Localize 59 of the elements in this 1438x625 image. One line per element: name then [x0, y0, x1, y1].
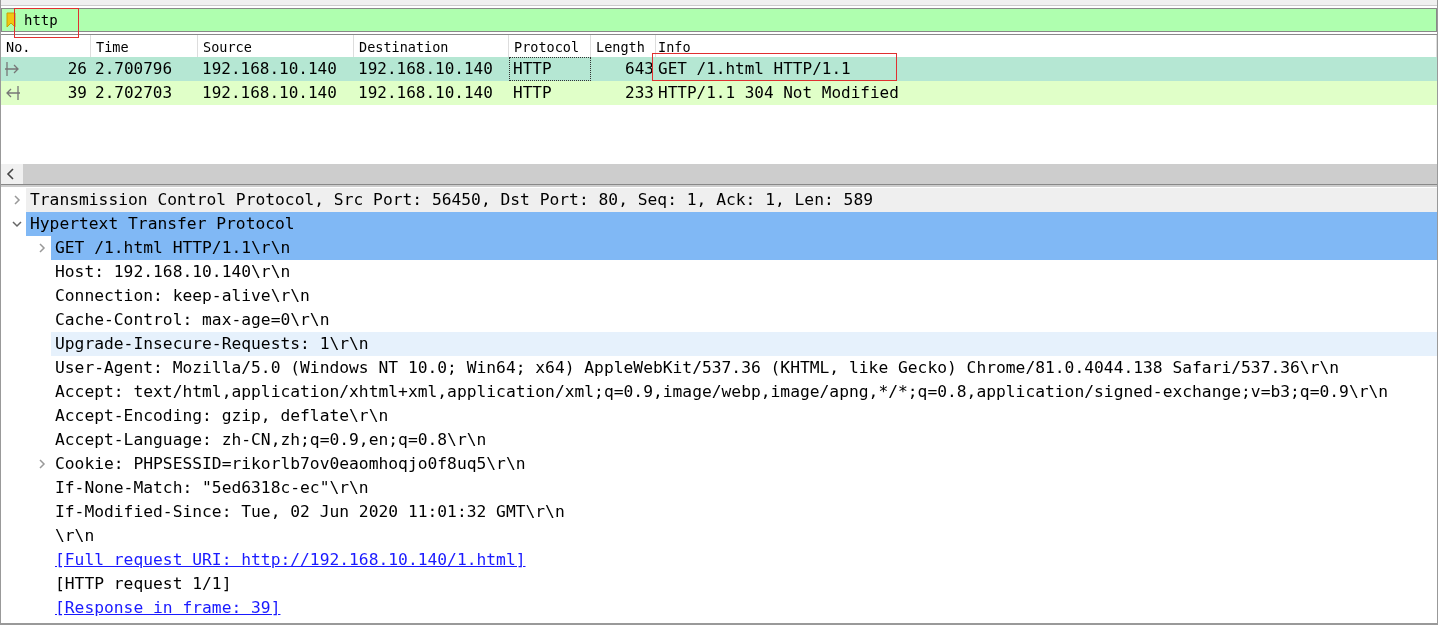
tree-row[interactable]: Cookie: PHPSESSID=rikorlb7ov0eaomhoqjo0f8uq5\r\n: [51, 452, 1437, 476]
tree-row[interactable]: \r\n: [51, 524, 1437, 548]
tree-item[interactable]: Accept-Encoding: gzip, deflate\r\n: [55, 406, 389, 425]
table-cell-text: 26: [67, 58, 87, 80]
tree-row[interactable]: If-None-Match: "5ed6318c-ec"\r\n: [51, 476, 1437, 500]
packet-row[interactable]: 39 2.702703 192.168.10.140 192.168.10.140 HTTP 233 HTTP/1.1 304 Not Modified: [1, 81, 1437, 105]
bookmark-icon[interactable]: [6, 12, 16, 28]
horizontal-scrollbar[interactable]: [1, 164, 1437, 184]
tree-item[interactable]: If-None-Match: "5ed6318c-ec"\r\n: [55, 478, 369, 497]
link[interactable]: [Full request URI: http://192.168.10.140/1.html]: [55, 550, 526, 569]
display-filter-field[interactable]: http: [1, 8, 1437, 32]
table-cell-text: 192.168.10.140: [201, 58, 338, 80]
link[interactable]: [Response in frame: 39]: [55, 598, 281, 617]
tree-row[interactable]: User-Agent: Mozilla/5.0 (Windows NT 10.0; Win64; x64) AppleWebKit/537.36 (KHTML, like Gecko) Chrome/81.0.4044.138 Safari/537.36\r\n: [51, 356, 1437, 380]
table-cell-text: 2.700796: [94, 58, 174, 80]
tree-item[interactable]: [HTTP request 1/1]: [55, 574, 232, 593]
table-cell-text: 643: [624, 58, 655, 80]
tree-item[interactable]: If-Modified-Since: Tue, 02 Jun 2020 11:01:32 GMT\r\n: [55, 502, 565, 521]
table-cell-text: 2.702703: [94, 82, 174, 104]
tree-row[interactable]: Transmission Control Protocol, Src Port: 56450, Dst Port: 80, Seq: 1, Ack: 1, Len: 589: [26, 188, 1437, 212]
tree-item[interactable]: Accept-Language: zh-CN,zh;q=0.9,en;q=0.8\r\n: [55, 430, 487, 449]
table-cell-text: 39: [67, 82, 87, 104]
tree-row[interactable]: If-Modified-Since: Tue, 02 Jun 2020 11:01:32 GMT\r\n: [51, 500, 1437, 524]
tree-row[interactable]: [HTTP request 1/1]: [51, 572, 1437, 596]
tree-item[interactable]: Hypertext Transfer Protocol: [30, 214, 295, 233]
table-cell-text: 233: [624, 82, 655, 104]
expand-icon[interactable]: [37, 459, 47, 469]
tree-item[interactable]: User-Agent: Mozilla/5.0 (Windows NT 10.0; Win64; x64) AppleWebKit/537.36 (KHTML, like Gecko) Chrome/81.0.4044.138 Safari/537.36\r\n: [55, 358, 1340, 377]
table-cell-text: HTTP: [512, 82, 553, 104]
table-cell-text: 192.168.10.140: [357, 58, 494, 80]
tree-row[interactable]: [Full request URI: http://192.168.10.140/1.html]: [51, 548, 1437, 572]
tree-row[interactable]: Connection: keep-alive\r\n: [51, 284, 1437, 308]
tree-row[interactable]: Accept: text/html,application/xhtml+xml,application/xml;q=0.9,image/webp,image/apng,*/*;q=0.8,application/signed-exchange;v=b3;q=0.9\r\n: [51, 380, 1437, 404]
tree-row[interactable]: Accept-Encoding: gzip, deflate\r\n: [51, 404, 1437, 428]
expand-icon[interactable]: [12, 195, 22, 205]
table-cell: HTTP: [509, 57, 591, 81]
tree-item[interactable]: Accept: text/html,application/xhtml+xml,application/xml;q=0.9,image/webp,image/apng,*/*;q=0.8,application/signed-exchange;v=b3;q=0.9\r\n: [55, 382, 1389, 401]
tree-item[interactable]: Cookie: PHPSESSID=rikorlb7ov0eaomhoqjo0f8uq5\r\n: [55, 454, 526, 473]
tree-row[interactable]: Cache-Control: max-age=0\r\n: [51, 308, 1437, 332]
tree-item[interactable]: Cache-Control: max-age=0\r\n: [55, 310, 330, 329]
tree-item[interactable]: Upgrade-Insecure-Requests: 1\r\n: [55, 334, 369, 353]
tree-row[interactable]: GET /1.html HTTP/1.1\r\n: [51, 236, 1437, 260]
tree-row[interactable]: [Response in frame: 39]: [51, 596, 1437, 620]
tree-row[interactable]: Hypertext Transfer Protocol: [26, 212, 1437, 236]
tree-item[interactable]: Connection: keep-alive\r\n: [55, 286, 310, 305]
tree-row[interactable]: Upgrade-Insecure-Requests: 1\r\n: [51, 332, 1437, 356]
table-cell-text: GET /1.html HTTP/1.1: [657, 58, 852, 80]
tree-row[interactable]: Accept-Language: zh-CN,zh;q=0.9,en;q=0.8\r\n: [51, 428, 1437, 452]
collapse-icon[interactable]: [12, 219, 22, 229]
tree-item[interactable]: GET /1.html HTTP/1.1\r\n: [55, 238, 291, 257]
tree-item[interactable]: Transmission Control Protocol, Src Port: 56450, Dst Port: 80, Seq: 1, Ack: 1, Len: 589: [30, 190, 873, 209]
table-cell-text: 192.168.10.140: [201, 82, 338, 104]
table-cell-text: 192.168.10.140: [357, 82, 494, 104]
tree-row[interactable]: Host: 192.168.10.140\r\n: [51, 260, 1437, 284]
tree-item[interactable]: \r\n: [55, 526, 95, 545]
table-cell-text: HTTP/1.1 304 Not Modified: [657, 82, 900, 104]
scroll-left-icon[interactable]: [6, 168, 16, 180]
tree-item[interactable]: Host: 192.168.10.140\r\n: [55, 262, 291, 281]
expand-icon[interactable]: [37, 243, 47, 253]
